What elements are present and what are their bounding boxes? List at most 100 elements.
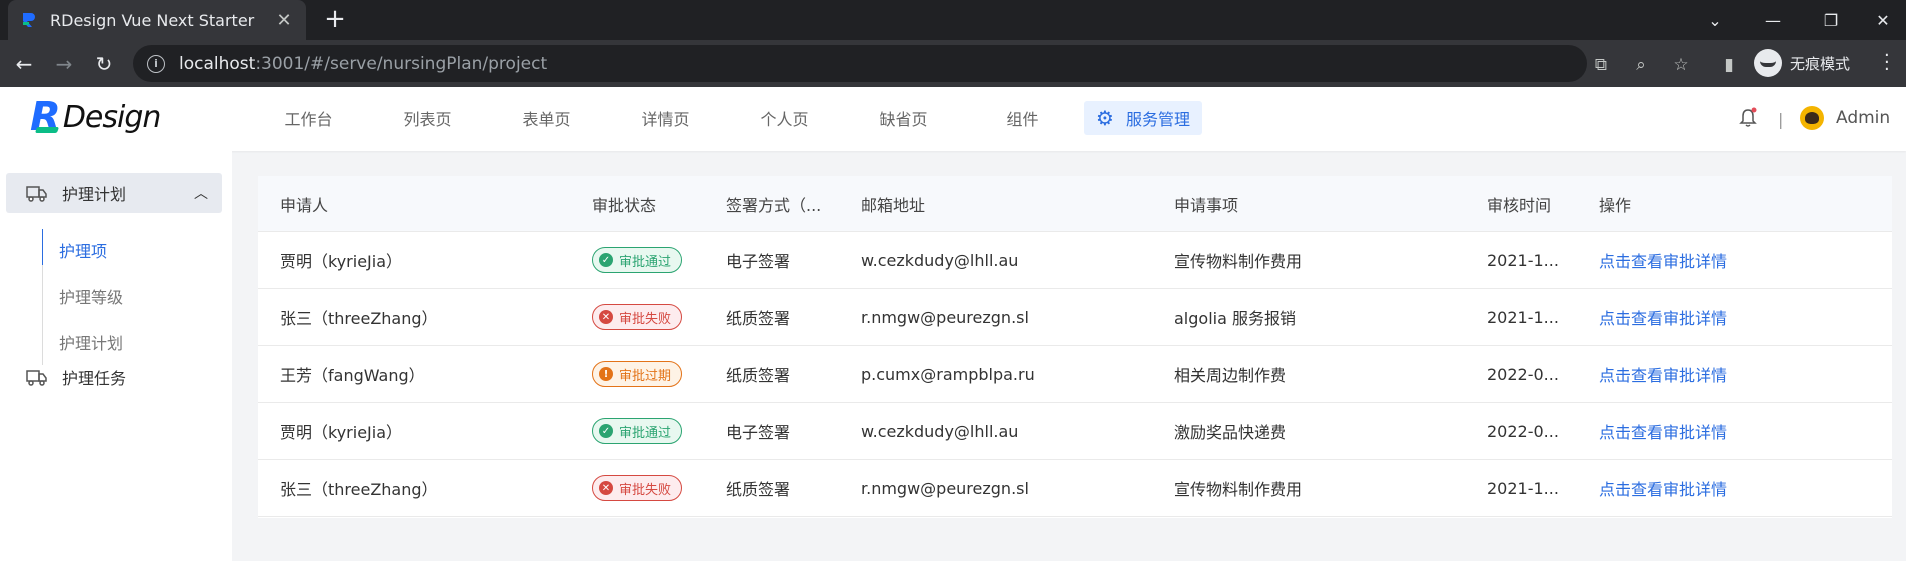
incognito-label: 无痕模式 bbox=[1790, 54, 1851, 73]
truck-icon bbox=[26, 370, 47, 386]
status-cell: ✕ 审批失败 bbox=[570, 304, 704, 330]
tab-title: RDesign Vue Next Starter bbox=[50, 10, 255, 30]
email-cell: p.cumx@rampblpa.ru bbox=[861, 364, 1035, 384]
user-menu[interactable]: Admin bbox=[1800, 106, 1890, 130]
nav-item-service[interactable]: ⚙ 服务管理 bbox=[1084, 101, 1202, 135]
sidebar-group-nursing-plan[interactable]: 护理计划 ︿ bbox=[6, 173, 222, 213]
back-icon[interactable]: ← bbox=[10, 50, 38, 78]
close-circle-icon: ✕ bbox=[599, 481, 613, 495]
sidebar: 护理计划 ︿ 护理项 护理等级 护理计划 护理任务 bbox=[0, 151, 232, 561]
status-text: 审批失败 bbox=[619, 311, 672, 327]
column-header[interactable]: 审批状态 bbox=[570, 192, 704, 216]
table-row: 王芳（fangWang）! 审批过期 纸质签署 p.cumx@rampblpa.ru 相… bbox=[258, 346, 1892, 403]
status-text: 审批失败 bbox=[619, 482, 672, 498]
view-detail-link[interactable]: 点击查看审批详情 bbox=[1577, 248, 1892, 272]
applicant-cell: 贾明（kyrieJia） bbox=[280, 423, 403, 442]
status-text: 审批过期 bbox=[619, 368, 672, 384]
status-cell: ✕ 审批失败 bbox=[570, 475, 704, 501]
column-header[interactable]: 审核时间 bbox=[1465, 192, 1577, 216]
logo-text: Design bbox=[62, 99, 162, 135]
view-detail-link[interactable]: 点击查看审批详情 bbox=[1577, 305, 1892, 329]
sidebar-group-label: 护理计划 bbox=[62, 185, 127, 204]
data-table: 申请人 审批状态 签署方式（... 邮箱地址 申请事项 审核时间 操作 贾明（k… bbox=[258, 176, 1892, 518]
status-badge: ✓ 审批通过 bbox=[592, 418, 683, 444]
column-header[interactable]: 申请人 bbox=[258, 192, 570, 216]
address-bar[interactable]: i localhost:3001/#/serve/nursingPlan/pro… bbox=[133, 45, 1587, 82]
restore-icon[interactable]: ❐ bbox=[1802, 0, 1860, 40]
reload-icon[interactable]: ↻ bbox=[90, 50, 118, 78]
email-cell: w.cezkdudy@lhll.au bbox=[861, 250, 1019, 270]
status-badge: ✕ 审批失败 bbox=[592, 304, 683, 330]
view-detail-link[interactable]: 点击查看审批详情 bbox=[1577, 476, 1892, 500]
translate-icon[interactable]: ⧉ bbox=[1589, 55, 1613, 75]
sidebar-indicator bbox=[42, 265, 43, 365]
column-header[interactable]: 签署方式（... bbox=[704, 192, 839, 216]
status-cell: ✓ 审批通过 bbox=[570, 247, 704, 273]
applicant-cell: 贾明（kyrieJia） bbox=[280, 252, 403, 271]
column-header[interactable]: 申请事项 bbox=[1152, 192, 1465, 216]
table-row: 张三（threeZhang） ✕ 审批失败 纸质签署 r.nmgw@peurezgn.s… bbox=[258, 289, 1892, 346]
avatar bbox=[1800, 106, 1824, 130]
item-cell: 宣传物料制作费用 bbox=[1174, 252, 1303, 271]
sign-cell: 电子签署 bbox=[726, 423, 791, 442]
url-text: localhost:3001/#/serve/nursingPlan/proje… bbox=[179, 53, 548, 74]
time-cell: 2022-0... bbox=[1487, 421, 1559, 441]
close-tab-icon[interactable]: ✕ bbox=[274, 10, 294, 31]
column-header[interactable]: 操作 bbox=[1577, 192, 1892, 216]
nav-item-list[interactable]: 列表页 bbox=[368, 101, 487, 135]
zoom-icon[interactable]: ⌕ bbox=[1629, 55, 1653, 75]
bell-icon[interactable] bbox=[1738, 107, 1758, 129]
table-header: 申请人 审批状态 签署方式（... 邮箱地址 申请事项 审核时间 操作 bbox=[258, 176, 1892, 232]
nav-item-form[interactable]: 表单页 bbox=[487, 101, 606, 135]
sidebar-item-nursing-level[interactable]: 护理等级 bbox=[59, 284, 123, 308]
browser-tab[interactable]: RDesign Vue Next Starter ✕ bbox=[8, 0, 306, 40]
logo[interactable]: R Design bbox=[30, 94, 162, 140]
applicant-cell: 张三（threeZhang） bbox=[280, 309, 438, 328]
item-cell: 相关周边制作费 bbox=[1174, 366, 1287, 385]
nav-item-workbench[interactable]: 工作台 bbox=[249, 101, 368, 135]
sidebar-item-nursing-item[interactable]: 护理项 bbox=[59, 238, 107, 262]
forward-icon[interactable]: → bbox=[50, 50, 78, 78]
status-text: 审批通过 bbox=[619, 425, 672, 441]
view-detail-link[interactable]: 点击查看审批详情 bbox=[1577, 419, 1892, 443]
status-badge: ✕ 审批失败 bbox=[592, 475, 683, 501]
app-header: R Design 工作台 列表页 表单页 详情页 个人页 缺省页 组件 ⚙ 服务… bbox=[0, 87, 1906, 151]
sign-cell: 纸质签署 bbox=[726, 480, 791, 499]
status-badge: ! 审批过期 bbox=[592, 361, 683, 387]
view-detail-link[interactable]: 点击查看审批详情 bbox=[1577, 362, 1892, 386]
sidebar-item-nursing-plan[interactable]: 护理计划 bbox=[59, 330, 123, 354]
gear-icon: ⚙ bbox=[1096, 106, 1114, 130]
minimize-icon[interactable]: — bbox=[1744, 0, 1802, 40]
nav-item-result[interactable]: 缺省页 bbox=[844, 101, 963, 135]
nav-item-user[interactable]: 个人页 bbox=[725, 101, 844, 135]
window-close-icon[interactable]: ✕ bbox=[1860, 0, 1906, 40]
top-nav: 工作台 列表页 表单页 详情页 个人页 缺省页 组件 ⚙ 服务管理 bbox=[249, 101, 1202, 135]
browser-tabstrip: RDesign Vue Next Starter ✕ + ⌄ — ❐ ✕ bbox=[0, 0, 1906, 40]
check-circle-icon: ✓ bbox=[599, 253, 613, 267]
applicant-cell: 张三（threeZhang） bbox=[280, 480, 438, 499]
menu-icon[interactable]: · · · bbox=[1884, 47, 1890, 79]
time-cell: 2021-1... bbox=[1487, 250, 1559, 270]
logo-mark: R bbox=[30, 94, 61, 140]
notification-dot bbox=[1751, 107, 1757, 113]
new-tab-icon[interactable]: + bbox=[320, 4, 350, 34]
email-cell: r.nmgw@peurezgn.sl bbox=[861, 307, 1029, 327]
time-cell: 2022-0... bbox=[1487, 364, 1559, 384]
table-row: 张三（threeZhang） ✕ 审批失败 纸质签署 r.nmgw@peurezgn.s… bbox=[258, 460, 1892, 517]
nav-item-detail[interactable]: 详情页 bbox=[606, 101, 725, 135]
column-header[interactable]: 邮箱地址 bbox=[839, 192, 1152, 216]
tab-search-icon[interactable]: ⌄ bbox=[1686, 0, 1744, 40]
item-cell: 激励奖品快递费 bbox=[1174, 423, 1287, 442]
user-name: Admin bbox=[1836, 108, 1891, 128]
nav-item-components[interactable]: 组件 bbox=[963, 101, 1082, 135]
browser-toolbar: ← → ↻ i localhost:3001/#/serve/nursingPl… bbox=[0, 40, 1906, 87]
sidepanel-icon[interactable]: ▮ bbox=[1717, 55, 1741, 75]
star-icon[interactable]: ☆ bbox=[1669, 55, 1693, 75]
sidebar-group-nursing-task[interactable]: 护理任务 bbox=[6, 357, 222, 397]
site-info-icon[interactable]: i bbox=[147, 54, 165, 73]
email-cell: r.nmgw@peurezgn.sl bbox=[861, 478, 1029, 498]
rdesign-favicon-icon bbox=[23, 13, 35, 27]
error-circle-icon: ! bbox=[599, 367, 613, 381]
check-circle-icon: ✓ bbox=[599, 424, 613, 438]
incognito-indicator[interactable]: 无痕模式 bbox=[1754, 49, 1850, 77]
